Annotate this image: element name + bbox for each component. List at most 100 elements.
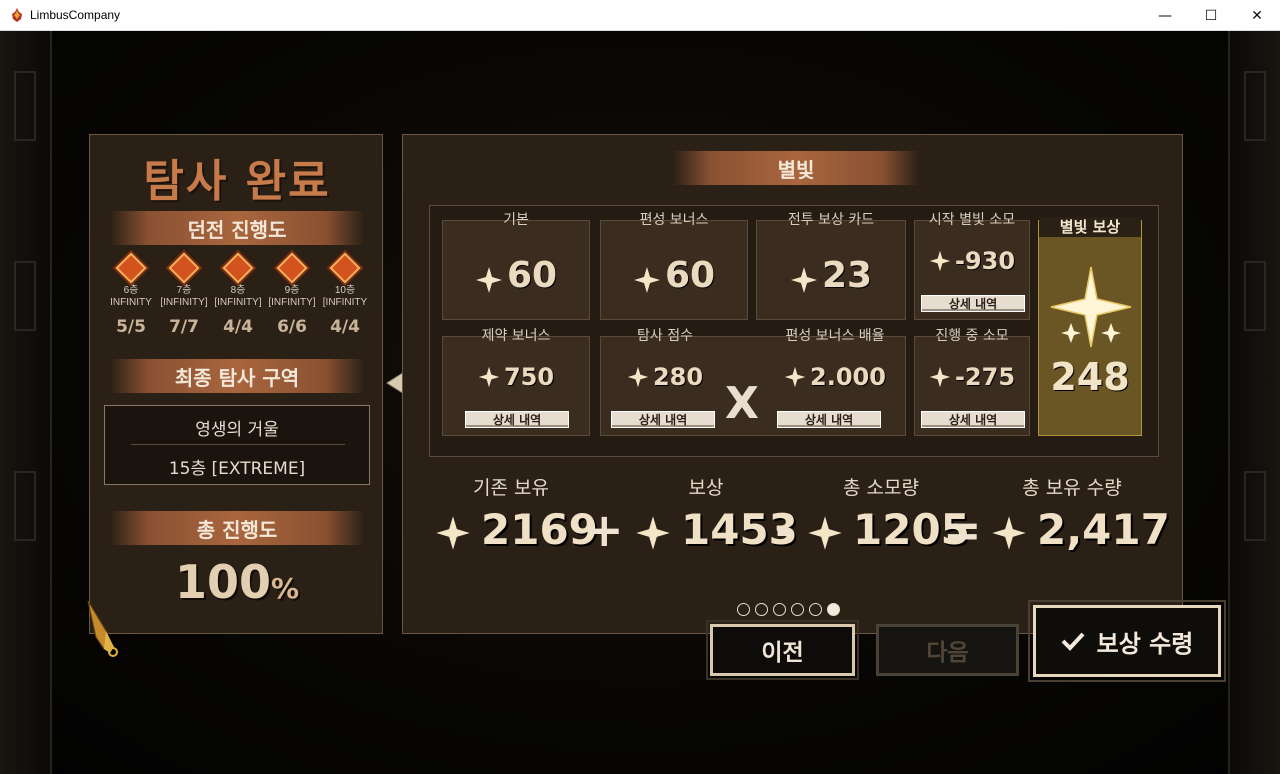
frame-notch xyxy=(1244,71,1266,141)
frame-notch xyxy=(1244,261,1266,331)
formation-multiplier-label: 편성 보너스 배율 xyxy=(785,328,885,344)
checkmark-icon xyxy=(1061,632,1085,651)
zone-divider xyxy=(131,444,345,445)
floor-label: 6층 INFINITY xyxy=(110,285,152,308)
existing-label: 기존 보유 xyxy=(473,477,549,499)
star-icon xyxy=(435,512,471,550)
frame-notch xyxy=(14,261,36,331)
floor-progress-list: 6층 INFINITY 5/5 7층 [INFINITY] 7/7 8층 [INFIN… xyxy=(104,252,376,343)
formation-bonus-value-row: 60 xyxy=(601,255,747,296)
total-value: 2,417 xyxy=(1037,505,1170,554)
floor-item: 9층 [INFINITY] 6/6 xyxy=(265,252,319,337)
minimize-icon: — xyxy=(1158,7,1172,24)
fountain-pen-icon xyxy=(87,601,118,657)
restriction-bonus-value-row: 750 xyxy=(443,363,589,391)
page-dot[interactable] xyxy=(791,603,804,616)
zone-floor: 15층 [EXTREME] xyxy=(168,459,306,479)
start-consumption-detail-button[interactable]: 상세 내역 xyxy=(921,295,1025,312)
star-icon xyxy=(807,512,843,550)
zone-name: 영생의 거울 xyxy=(195,420,279,440)
minimize-button[interactable]: — xyxy=(1142,0,1188,31)
start-consumption-value: -930 xyxy=(954,247,1016,275)
total-progress-value: 100% xyxy=(90,555,384,609)
close-button[interactable]: ✕ xyxy=(1234,0,1280,31)
battle-reward-card-label: 전투 보상 카드 xyxy=(787,212,875,228)
maximize-button[interactable]: ☐ xyxy=(1188,0,1234,31)
floor-badge-icon xyxy=(115,252,147,284)
window-title: LimbusCompany xyxy=(30,8,121,22)
right-frame-decoration xyxy=(1228,31,1280,774)
page-dot[interactable] xyxy=(773,603,786,616)
formation-bonus-label: 편성 보너스 xyxy=(639,212,709,228)
battle-reward-card-value-row: 23 xyxy=(757,255,905,296)
minus-operator: - xyxy=(775,503,795,557)
frame-notch xyxy=(14,71,36,141)
starlight-banner: 별빛 xyxy=(673,151,919,185)
exploration-score-label: 탐사 점수 xyxy=(637,328,693,344)
star-icon xyxy=(929,366,951,388)
page-dot-active[interactable] xyxy=(827,603,840,616)
app-logo-icon xyxy=(12,8,22,22)
total-progress-unit: % xyxy=(270,572,300,605)
formation-multiplier-detail-button[interactable]: 상세 내역 xyxy=(777,411,881,428)
star-icon xyxy=(633,262,661,293)
reward-label: 보상 xyxy=(688,477,724,499)
start-consumption-cell: 시작 별빛 소모 -930 상세 내역 xyxy=(914,212,1030,320)
starlight-reward-cell: 별빛 보상 248 xyxy=(1038,217,1142,436)
starlight-breakdown-grid: 기본 60 편성 보너스 60 전투 보상 카드 23 시작 별빛 소모 -93… xyxy=(429,205,1159,457)
floor-badge-icon xyxy=(329,252,361,284)
in-progress-consumption-value: -275 xyxy=(954,363,1016,391)
in-progress-consumption-detail-button[interactable]: 상세 내역 xyxy=(921,411,1025,428)
claim-reward-label: 보상 수령 xyxy=(1096,629,1194,658)
page-dot[interactable] xyxy=(737,603,750,616)
floor-label: 7층 [INFINITY] xyxy=(160,285,208,308)
equals-operator: = xyxy=(943,503,982,557)
star-icon xyxy=(784,366,806,388)
page-dot[interactable] xyxy=(809,603,822,616)
exploration-score-value-row: 280 xyxy=(601,363,729,391)
floor-badge-icon xyxy=(276,252,308,284)
start-consumption-value-row: -930 xyxy=(915,247,1029,275)
start-consumption-label: 시작 별빛 소모 xyxy=(928,212,1016,228)
star-icon xyxy=(635,512,671,550)
exploration-score-detail-button[interactable]: 상세 내역 xyxy=(611,411,715,428)
maximize-icon: ☐ xyxy=(1204,7,1218,24)
floor-item: 6층 INFINITY 5/5 xyxy=(104,252,158,337)
frame-notch xyxy=(1244,471,1266,541)
restriction-bonus-value: 750 xyxy=(503,363,555,391)
in-progress-consumption-value-row: -275 xyxy=(915,363,1029,391)
floor-count: 7/7 xyxy=(169,317,199,337)
game-viewport: 탐사 완료 던전 진행도 6층 INFINITY 5/5 7층 [INFINITY]… xyxy=(0,31,1280,774)
in-progress-consumption-cell: 진행 중 소모 -275 상세 내역 xyxy=(914,328,1030,436)
star-icon xyxy=(627,366,649,388)
pagination-dots xyxy=(737,603,840,617)
battle-reward-card-value: 23 xyxy=(821,255,873,296)
plus-operator: + xyxy=(585,503,624,557)
battle-reward-card-cell: 전투 보상 카드 23 xyxy=(756,212,906,320)
page-dot[interactable] xyxy=(755,603,768,616)
dungeon-progress-banner: 던전 진행도 xyxy=(110,211,364,245)
formation-multiplier-value-row: 2.000 xyxy=(763,363,907,391)
floor-count: 4/4 xyxy=(330,317,360,337)
page-title: 탐사 완료 xyxy=(143,156,331,207)
restriction-bonus-detail-button[interactable]: 상세 내역 xyxy=(465,411,569,428)
next-button-disabled[interactable]: 다음 xyxy=(876,624,1019,676)
base-value: 60 xyxy=(506,255,558,296)
prev-button[interactable]: 이전 xyxy=(706,620,859,680)
total-progress-banner: 총 진행도 xyxy=(110,511,364,545)
claim-reward-button[interactable]: 보상 수령 xyxy=(1028,600,1226,682)
window-titlebar: LimbusCompany — ☐ ✕ xyxy=(0,0,1280,31)
total-value-row: 2,417 xyxy=(991,505,1170,554)
floor-count: 6/6 xyxy=(277,317,307,337)
starlight-reward-value: 248 xyxy=(1050,355,1130,399)
floor-item: 10층 [INFINITY 4/4 xyxy=(318,252,372,337)
star-icon xyxy=(475,262,503,293)
floor-item: 8층 [INFINITY] 4/4 xyxy=(211,252,265,337)
floor-item: 7층 [INFINITY] 7/7 xyxy=(157,252,211,337)
big-star-icon xyxy=(1050,266,1132,348)
exploration-score-value: 280 xyxy=(652,363,704,391)
total-label: 총 보유 수량 xyxy=(1022,477,1122,499)
restriction-bonus-cell: 제약 보너스 750 상세 내역 xyxy=(442,328,590,436)
consumed-label: 총 소모량 xyxy=(843,477,919,499)
existing-value: 2169 xyxy=(481,505,598,554)
